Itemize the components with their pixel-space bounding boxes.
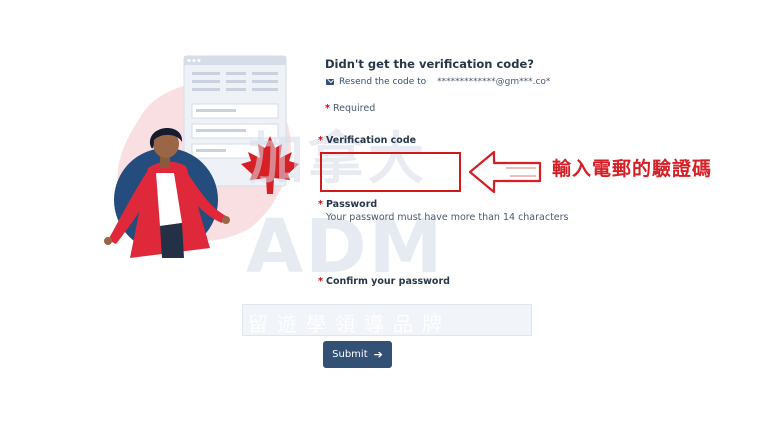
registration-form: Didn't get the verification code? Resend… — [318, 0, 738, 432]
resend-text: Resend the code to — [339, 77, 427, 87]
illustration — [104, 55, 299, 258]
required-star: * — [318, 135, 323, 146]
resend-link[interactable]: Resend the code to *************@gm***.c… — [326, 77, 550, 87]
confirm-password-input[interactable] — [328, 294, 673, 322]
callout-text: 輸入電郵的驗證碼 — [552, 158, 713, 180]
required-star: * — [325, 103, 330, 114]
password-label: * Password — [318, 199, 377, 210]
submit-button[interactable]: Submit ➔ — [323, 341, 392, 368]
resend-heading: Didn't get the verification code? — [325, 57, 534, 71]
required-note-text: Required — [332, 103, 376, 114]
password-input[interactable] — [328, 234, 673, 262]
password-label-text: Password — [325, 199, 378, 210]
submit-label: Submit — [332, 349, 368, 360]
confirm-label-text: Confirm your password — [325, 276, 450, 287]
masked-email: *************@gm***.co* — [437, 77, 551, 87]
required-star: * — [318, 199, 323, 210]
mail-icon — [326, 79, 334, 85]
confirm-password-label: * Confirm your password — [318, 276, 450, 287]
callout-arrow-icon — [468, 150, 542, 194]
password-hint: Your password must have more than 14 cha… — [326, 212, 569, 223]
verification-label-text: Verification code — [325, 135, 417, 146]
required-star: * — [318, 276, 323, 287]
required-note: * Required — [325, 103, 375, 114]
verification-code-label: * Verification code — [318, 135, 416, 146]
arrow-right-icon: ➔ — [373, 348, 383, 361]
verification-code-input[interactable] — [320, 152, 461, 192]
